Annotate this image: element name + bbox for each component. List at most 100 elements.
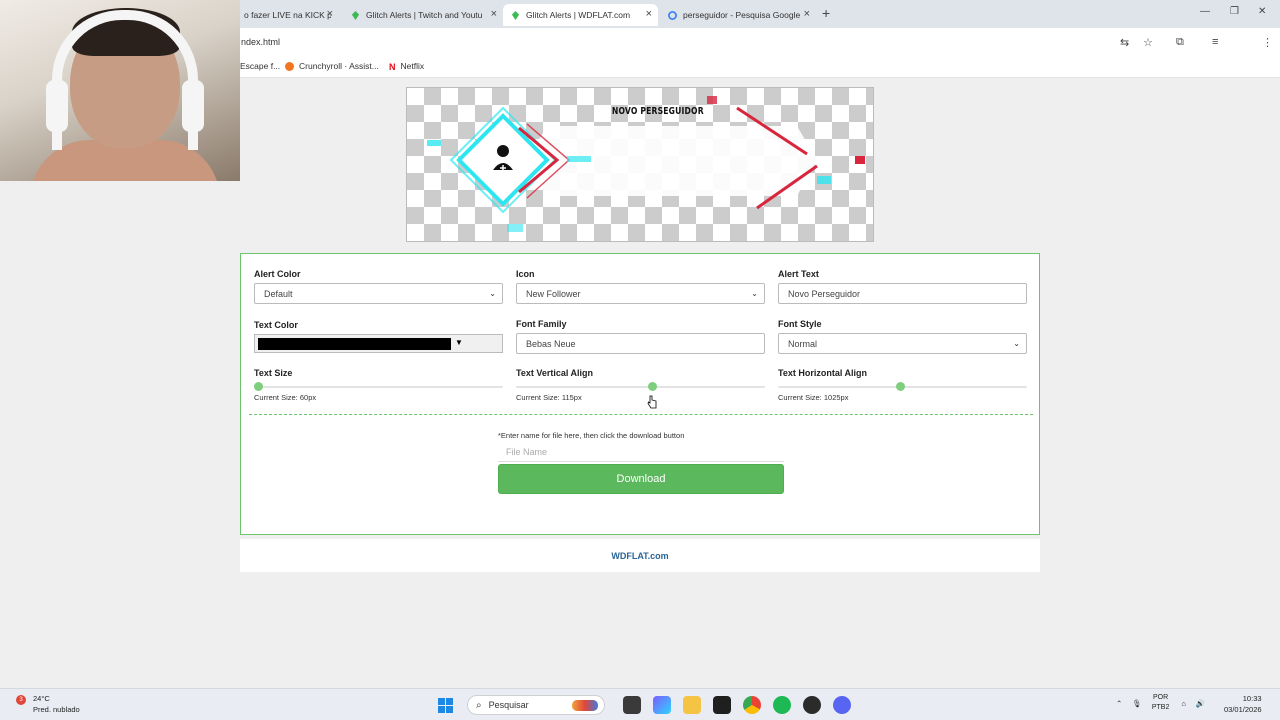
font-family-input[interactable]: Bebas Neue: [516, 333, 765, 354]
file-name-placeholder: File Name: [506, 446, 548, 457]
icon-label: Icon: [516, 269, 535, 279]
leaf-icon: [511, 10, 520, 20]
browser-tab-google[interactable]: perseguidor - Pesquisa Google ×: [660, 4, 816, 26]
browser-tab-kick[interactable]: o fazer LIVE na KICK p ×: [236, 4, 339, 26]
tab-title: Glitch Alerts | Twitch and Youtu: [366, 10, 483, 20]
icon-field: Icon New Follower ⌄: [516, 269, 765, 304]
weather-temp: 24°C: [33, 694, 50, 703]
file-name-input[interactable]: File Name: [498, 442, 784, 462]
section-divider: [249, 414, 1033, 415]
tab-title: Glitch Alerts | WDFLAT.com: [526, 10, 631, 20]
chevron-up-icon[interactable]: ⌃: [1116, 699, 1122, 708]
text-size-field: Text Size Current Size: 60px: [254, 368, 503, 402]
star-icon[interactable]: ☆: [1143, 36, 1153, 49]
weather-widget[interactable]: 3 24°C Pred. nublado: [16, 693, 80, 715]
text-horizontal-align-slider[interactable]: [778, 382, 1027, 392]
headset-ear-right: [182, 80, 204, 132]
bookmark-label: Escape f...: [240, 61, 281, 71]
tab-title: perseguidor - Pesquisa Google: [683, 10, 801, 20]
app-icon[interactable]: [713, 696, 731, 714]
restore-icon[interactable]: ❐: [1230, 6, 1239, 17]
language-indicator[interactable]: POR PTB2: [1152, 693, 1170, 713]
slider-thumb[interactable]: [648, 382, 657, 391]
text-horizontal-align-readout: Current Size: 1025px: [778, 393, 849, 402]
extensions-icon[interactable]: ⧉: [1176, 36, 1184, 49]
clock-date: 03/01/2026: [1224, 705, 1262, 714]
text-horizontal-align-label: Text Horizontal Align: [778, 368, 867, 378]
bookmark-item[interactable]: N Netflix: [389, 61, 425, 72]
netflix-icon: N: [389, 61, 396, 72]
close-icon[interactable]: ×: [327, 8, 333, 20]
alert-color-select[interactable]: Default ⌄: [254, 283, 503, 304]
bookmark-label: Crunchyroll · Assist...: [299, 61, 379, 71]
text-color-field: Text Color ▼: [254, 320, 503, 353]
language-code: POR: [1153, 694, 1169, 701]
tab-title: o fazer LIVE na KICK p: [244, 10, 331, 20]
microphone-icon[interactable]: 🎙: [1132, 699, 1142, 708]
page-footer: WDFLAT.com: [240, 539, 1040, 572]
discord-icon[interactable]: [833, 696, 851, 714]
bookmark-label: Netflix: [400, 61, 425, 71]
translate-icon[interactable]: ⇆: [1120, 36, 1129, 49]
menu-icon[interactable]: ⋮: [1262, 36, 1273, 49]
file-name-instruction: *Enter name for file here, then click th…: [498, 431, 685, 440]
download-button[interactable]: Download: [498, 464, 784, 494]
text-color-picker[interactable]: ▼: [254, 334, 503, 353]
chrome-icon[interactable]: [743, 696, 761, 714]
close-icon[interactable]: ×: [804, 8, 810, 20]
close-icon[interactable]: ×: [491, 8, 497, 20]
font-family-label: Font Family: [516, 319, 567, 329]
banner-alert-text: NOVO PERSEGUIDOR: [611, 106, 704, 117]
reading-list-icon[interactable]: ≡: [1212, 36, 1218, 48]
text-vertical-align-field: Text Vertical Align Current Size: 115px: [516, 368, 765, 402]
bookmark-item[interactable]: Escape f...: [240, 61, 280, 71]
minimize-icon[interactable]: —: [1200, 6, 1210, 17]
browser-tab-glitch-alerts[interactable]: Glitch Alerts | Twitch and Youtu ×: [343, 4, 503, 26]
weather-alert-icon: 3: [16, 695, 26, 705]
text-vertical-align-readout: Current Size: 115px: [516, 393, 582, 402]
alert-text-input[interactable]: Novo Perseguidor: [778, 283, 1027, 304]
new-tab-button[interactable]: +: [822, 5, 830, 21]
slider-track: [254, 386, 503, 388]
alert-settings-form: Alert Color Default ⌄ Icon New Follower …: [240, 253, 1040, 535]
close-icon[interactable]: ×: [646, 8, 652, 20]
text-color-label: Text Color: [254, 320, 298, 330]
taskbar-clock[interactable]: 10:33 03/01/2026: [1224, 693, 1262, 715]
url-field[interactable]: ndex.html: [241, 37, 280, 47]
chevron-down-icon: ⌄: [751, 289, 758, 298]
headset-band: [52, 10, 198, 150]
volume-icon[interactable]: 🔊: [1196, 699, 1205, 708]
browser-tab-active[interactable]: Glitch Alerts | WDFLAT.com ×: [503, 4, 658, 26]
google-icon: [668, 10, 677, 20]
copilot-icon[interactable]: [653, 696, 671, 714]
text-size-readout: Current Size: 60px: [254, 393, 317, 402]
search-highlight-icon: [572, 700, 598, 711]
footer-site-link[interactable]: WDFLAT.com: [611, 551, 668, 561]
font-family-field: Font Family Bebas Neue: [516, 319, 765, 354]
font-style-label: Font Style: [778, 319, 822, 329]
os-taskbar: 3 24°C Pred. nublado ⌕ Pesquisar ⌃ 🎙 POR…: [0, 688, 1280, 720]
headset-ear-left: [46, 80, 68, 132]
crunchyroll-icon: [285, 61, 294, 71]
bookmark-item[interactable]: Crunchyroll · Assist...: [285, 61, 379, 71]
text-size-slider[interactable]: [254, 382, 503, 392]
clock-time: 10:33: [1242, 694, 1262, 703]
slider-thumb[interactable]: [896, 382, 905, 391]
slider-thumb[interactable]: [254, 382, 263, 391]
taskbar-search[interactable]: ⌕ Pesquisar: [467, 695, 605, 715]
icon-select[interactable]: New Follower ⌄: [516, 283, 765, 304]
font-style-select[interactable]: Normal ⌄: [778, 333, 1027, 354]
spotify-icon[interactable]: [773, 696, 791, 714]
windows-start-icon[interactable]: [438, 697, 453, 713]
task-view-icon[interactable]: [623, 696, 641, 714]
alert-text-field: Alert Text Novo Perseguidor: [778, 269, 1027, 304]
slider-track: [516, 386, 765, 388]
alert-preview-banner: NOVO PERSEGUIDOR: [406, 87, 874, 242]
close-window-icon[interactable]: ✕: [1258, 6, 1266, 17]
text-vertical-align-slider[interactable]: [516, 382, 765, 392]
taskbar-search-placeholder: Pesquisar: [488, 700, 529, 710]
weather-desc: Pred. nublado: [33, 705, 80, 714]
network-icon[interactable]: ⌂: [1181, 699, 1186, 708]
file-explorer-icon[interactable]: [683, 696, 701, 714]
obs-icon[interactable]: [803, 696, 821, 714]
